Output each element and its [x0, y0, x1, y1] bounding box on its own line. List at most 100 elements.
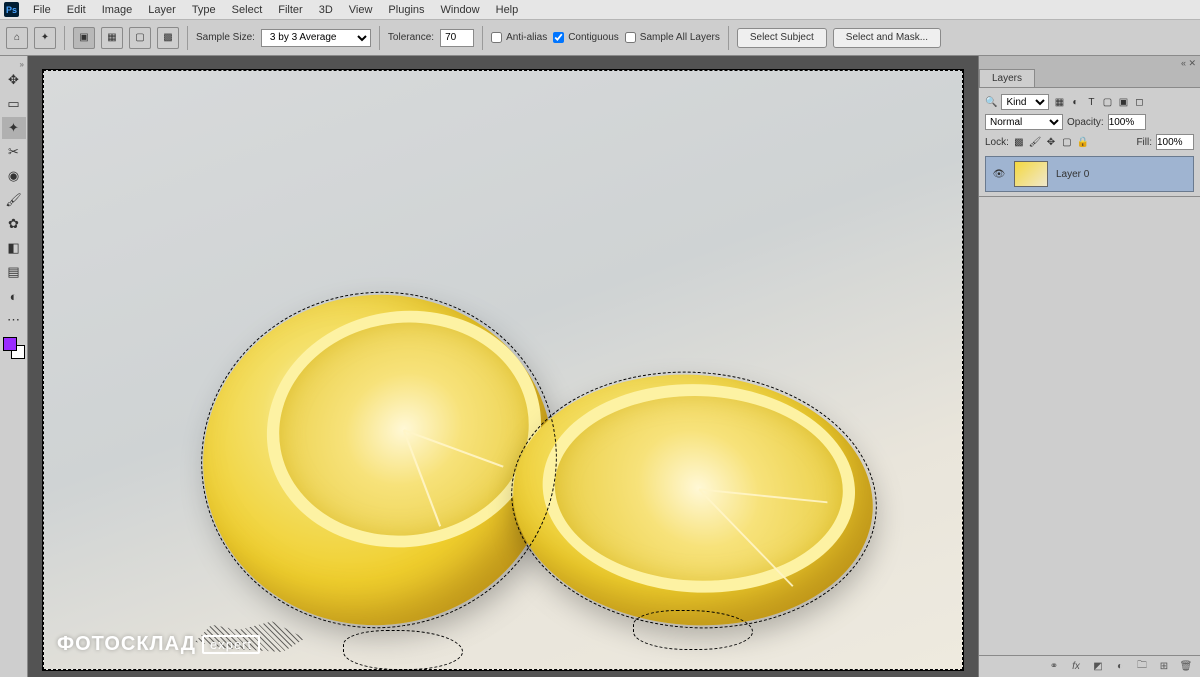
brush-tool[interactable]: 🖌: [2, 189, 26, 211]
current-tool-indicator[interactable]: ✦: [34, 27, 56, 49]
stamp-tool[interactable]: ✿: [2, 213, 26, 235]
selection-marquee: [503, 360, 886, 641]
fill-label: Fill:: [1136, 137, 1152, 148]
dodge-tool[interactable]: ◐: [2, 285, 26, 307]
menu-bar: Ps File Edit Image Layer Type Select Fil…: [0, 0, 1200, 20]
layer-filter-kind[interactable]: Kind: [1001, 94, 1049, 110]
lock-artboard-icon[interactable]: ▢: [1061, 136, 1073, 148]
tab-layers[interactable]: Layers: [979, 69, 1035, 87]
visibility-toggle-icon[interactable]: 👁: [992, 169, 1006, 180]
contiguous-checkbox[interactable]: Contiguous: [553, 32, 619, 43]
app-logo: Ps: [4, 2, 19, 17]
lock-label: Lock:: [985, 137, 1009, 148]
menu-edit[interactable]: Edit: [59, 4, 94, 16]
menu-view[interactable]: View: [341, 4, 381, 16]
menu-type[interactable]: Type: [184, 4, 224, 16]
sample-all-input[interactable]: [625, 32, 636, 43]
filter-adjust-icon[interactable]: ◐: [1069, 96, 1081, 108]
antialias-checkbox[interactable]: Anti-alias: [491, 32, 547, 43]
antialias-label: Anti-alias: [506, 32, 547, 43]
link-icon[interactable]: ⚭: [1048, 661, 1060, 673]
lock-transparency-icon[interactable]: ▩: [1013, 136, 1025, 148]
lock-pixels-icon[interactable]: 🖌: [1029, 136, 1041, 148]
contiguous-label: Contiguous: [568, 32, 619, 43]
trash-icon[interactable]: 🗑: [1180, 661, 1192, 673]
color-swatch[interactable]: [3, 337, 25, 359]
menu-3d[interactable]: 3D: [311, 4, 341, 16]
opacity-label: Opacity:: [1067, 117, 1104, 128]
more-tools[interactable]: ⋯: [2, 309, 26, 331]
layer-row[interactable]: 👁 Layer 0: [985, 156, 1194, 192]
home-icon: ⌂: [11, 32, 23, 44]
tolerance-input[interactable]: [440, 29, 474, 47]
gradient-tool[interactable]: ▤: [2, 261, 26, 283]
filter-shape-icon[interactable]: ▢: [1101, 96, 1113, 108]
magic-wand-icon: ✦: [39, 32, 51, 44]
panel-tabs: Layers: [979, 66, 1200, 88]
select-subject-button[interactable]: Select Subject: [737, 28, 827, 48]
menu-help[interactable]: Help: [488, 4, 527, 16]
menu-plugins[interactable]: Plugins: [380, 4, 432, 16]
antialias-input[interactable]: [491, 32, 502, 43]
marquee-tool[interactable]: ▭: [2, 93, 26, 115]
sample-all-label: Sample All Layers: [640, 32, 720, 43]
selection-intersect[interactable]: ▩: [157, 27, 179, 49]
filter-type-icon[interactable]: T: [1085, 96, 1097, 108]
filter-image-icon[interactable]: ▦: [1053, 96, 1065, 108]
search-icon: 🔍: [985, 97, 997, 108]
panel-collapse-icon[interactable]: « ✕: [1181, 58, 1196, 69]
lock-position-icon[interactable]: ✥: [1045, 136, 1057, 148]
filter-smart-icon[interactable]: ▣: [1117, 96, 1129, 108]
selection-add[interactable]: ▦: [101, 27, 123, 49]
fx-icon[interactable]: fx: [1070, 661, 1082, 673]
tolerance-label: Tolerance:: [388, 32, 434, 43]
crop-tool[interactable]: ✂: [2, 141, 26, 163]
opacity-input[interactable]: [1108, 114, 1146, 130]
selection-marquee: [343, 630, 463, 670]
group-icon[interactable]: 🗀: [1136, 661, 1148, 673]
menu-file[interactable]: File: [25, 4, 59, 16]
filter-toggle-icon[interactable]: ◻: [1133, 96, 1145, 108]
options-bar: ⌂ ✦ ▣ ▦ ▢ ▩ Sample Size: 3 by 3 Average …: [0, 20, 1200, 56]
contiguous-input[interactable]: [553, 32, 564, 43]
layers-panel-footer: ⚭ fx ◩ ◐ 🗀 ⊞ 🗑: [979, 655, 1200, 677]
sample-size-select[interactable]: 3 by 3 Average: [261, 29, 371, 47]
tools-panel: » ✥ ▭ ✦ ✂ ◉ 🖌 ✿ ◧ ▤ ◐ ⋯: [0, 56, 28, 677]
watermark-badge: expert: [202, 635, 260, 654]
watermark-text: ФОТОСКЛАД: [57, 633, 196, 656]
lock-all-icon[interactable]: 🔒: [1077, 136, 1089, 148]
document-canvas[interactable]: ФОТОСКЛАД expert: [43, 70, 963, 670]
eyedropper-tool[interactable]: ◉: [2, 165, 26, 187]
mask-icon[interactable]: ◩: [1092, 661, 1104, 673]
move-tool[interactable]: ✥: [2, 69, 26, 91]
home-button[interactable]: ⌂: [6, 27, 28, 49]
canvas-area[interactable]: ФОТОСКЛАД expert: [28, 56, 978, 677]
toolbar-collapse-icon[interactable]: »: [20, 60, 27, 69]
adjustment-icon[interactable]: ◐: [1114, 661, 1126, 673]
separator: [379, 26, 380, 50]
select-and-mask-button[interactable]: Select and Mask...: [833, 28, 941, 48]
selection-subtract[interactable]: ▢: [129, 27, 151, 49]
sample-all-layers-checkbox[interactable]: Sample All Layers: [625, 32, 720, 43]
menu-select[interactable]: Select: [224, 4, 271, 16]
fill-input[interactable]: [1156, 134, 1194, 150]
blend-mode-select[interactable]: Normal: [985, 114, 1063, 130]
separator: [187, 26, 188, 50]
layers-panel-header: 🔍 Kind ▦ ◐ T ▢ ▣ ◻ Normal Opacity: Lock:…: [979, 88, 1200, 197]
menu-image[interactable]: Image: [94, 4, 141, 16]
selection-marquee: [633, 610, 753, 650]
layer-name[interactable]: Layer 0: [1056, 169, 1089, 180]
menu-filter[interactable]: Filter: [270, 4, 310, 16]
selection-new[interactable]: ▣: [73, 27, 95, 49]
separator: [728, 26, 729, 50]
watermark: ФОТОСКЛАД expert: [57, 633, 260, 656]
menu-layer[interactable]: Layer: [140, 4, 184, 16]
layers-panel-body[interactable]: [979, 197, 1200, 655]
magic-wand-tool[interactable]: ✦: [2, 117, 26, 139]
eraser-tool[interactable]: ◧: [2, 237, 26, 259]
menu-window[interactable]: Window: [433, 4, 488, 16]
layer-thumbnail[interactable]: [1014, 161, 1048, 187]
sample-size-label: Sample Size:: [196, 32, 255, 43]
foreground-color[interactable]: [3, 337, 17, 351]
new-layer-icon[interactable]: ⊞: [1158, 661, 1170, 673]
